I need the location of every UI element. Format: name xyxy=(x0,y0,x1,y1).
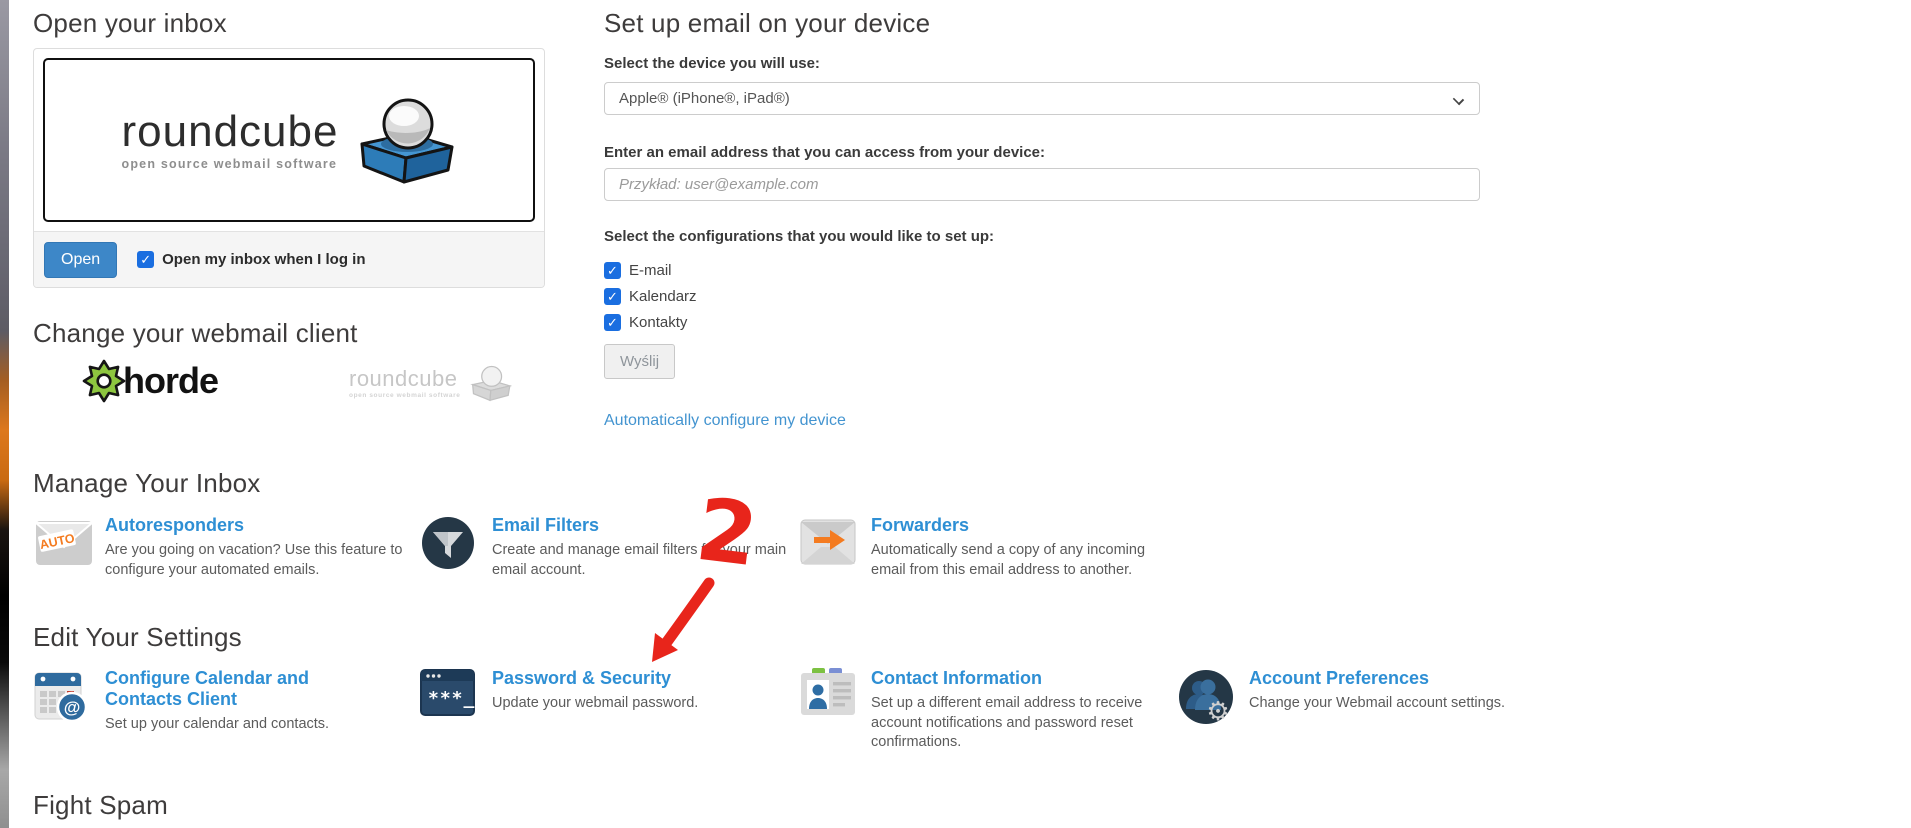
email-filters-item[interactable]: Email Filters Create and manage email fi… xyxy=(420,515,792,580)
password-security-item[interactable]: ***_ Password & Security Update your web… xyxy=(420,668,792,714)
account-preferences-link[interactable]: Account Preferences xyxy=(1249,668,1529,689)
calendar-contacts-link[interactable]: Configure Calendar and Contacts Client xyxy=(105,668,385,710)
device-select[interactable]: Apple® (iPhone®, iPad®) xyxy=(604,82,1480,115)
webmail-home-page: Open your inbox roundcube open source we… xyxy=(9,0,1911,828)
change-client-heading: Change your webmail client xyxy=(33,318,358,349)
forwarders-desc: Automatically send a copy of any incomin… xyxy=(871,541,1171,580)
fight-spam-heading: Fight Spam xyxy=(33,790,168,821)
config-checkbox-row: Kontakty xyxy=(604,314,687,331)
account-preferences-desc: Change your Webmail account settings. xyxy=(1249,694,1549,714)
open-inbox-button[interactable]: Open xyxy=(44,242,117,278)
chevron-down-icon xyxy=(1453,94,1464,105)
calendar-config-label[interactable]: Kalendarz xyxy=(629,288,697,305)
forwarders-link[interactable]: Forwarders xyxy=(871,515,1151,536)
horde-client-option[interactable]: horde xyxy=(81,358,218,404)
email-config-label[interactable]: E-mail xyxy=(629,262,672,279)
config-checkbox-row: Kalendarz xyxy=(604,288,697,305)
roundcube-client-option[interactable]: roundcube open source webmail software xyxy=(349,364,512,402)
current-webmail-client-card: roundcube open source webmail software O… xyxy=(33,48,545,288)
roundcube-mini-cube-icon xyxy=(468,364,512,402)
contacts-config-checkbox[interactable] xyxy=(604,314,621,331)
open-inbox-checkbox[interactable] xyxy=(137,251,154,268)
open-inbox-heading: Open your inbox xyxy=(33,8,227,39)
svg-text:***_: ***_ xyxy=(428,688,475,709)
calendar-contacts-item[interactable]: @ Configure Calendar and Contacts Client… xyxy=(33,668,405,735)
roundcube-logo-image: roundcube open source webmail software xyxy=(43,58,535,222)
email-field-label: Enter an email address that you can acce… xyxy=(604,144,1045,161)
account-people-gear-icon: ⚙ xyxy=(1177,668,1235,726)
desktop-wallpaper-edge xyxy=(0,0,9,828)
contact-information-desc: Set up a different email address to rece… xyxy=(871,694,1171,753)
roundcube-mini-logo-text: roundcube xyxy=(349,368,460,390)
edit-settings-heading: Edit Your Settings xyxy=(33,622,242,653)
send-button[interactable]: Wyślij xyxy=(604,344,675,379)
contact-card-icon xyxy=(799,668,859,718)
config-checkbox-row: E-mail xyxy=(604,262,672,279)
horde-logo-text: horde xyxy=(123,360,218,402)
device-select-value: Apple® (iPhone®, iPad®) xyxy=(619,90,790,107)
inbox-card-footer: Open Open my inbox when I log in xyxy=(34,231,544,287)
device-setup-heading: Set up email on your device xyxy=(604,8,930,39)
calendar-contacts-desc: Set up your calendar and contacts. xyxy=(105,715,405,735)
auto-configure-link[interactable]: Automatically configure my device xyxy=(604,412,846,430)
manage-inbox-heading: Manage Your Inbox xyxy=(33,468,260,499)
password-security-link[interactable]: Password & Security xyxy=(492,668,772,689)
horde-gear-icon xyxy=(81,358,127,404)
device-select-label: Select the device you will use: xyxy=(604,55,820,72)
roundcube-logo-tagline: open source webmail software xyxy=(122,157,339,171)
forwarder-envelope-icon xyxy=(799,515,859,569)
email-filters-link[interactable]: Email Filters xyxy=(492,515,772,536)
annotation-arrowhead-icon xyxy=(652,633,678,662)
webmail-client-choices: horde roundcube open source webmail soft… xyxy=(33,356,545,412)
forwarders-item[interactable]: Forwarders Automatically send a copy of … xyxy=(799,515,1171,580)
calendar-contacts-icon: @ xyxy=(33,668,91,726)
calendar-config-checkbox[interactable] xyxy=(604,288,621,305)
autoresponders-link[interactable]: Autoresponders xyxy=(105,515,385,536)
open-inbox-checkbox-label[interactable]: Open my inbox when I log in xyxy=(162,251,365,268)
contact-information-item[interactable]: Contact Information Set up a different e… xyxy=(799,668,1171,753)
red-step-2-annotation: 2 xyxy=(604,478,814,698)
account-preferences-item[interactable]: ⚙ Account Preferences Change your Webmai… xyxy=(1177,668,1549,714)
contacts-config-label[interactable]: Kontakty xyxy=(629,314,687,331)
email-config-checkbox[interactable] xyxy=(604,262,621,279)
password-terminal-icon: ***_ xyxy=(420,668,476,718)
password-security-desc: Update your webmail password. xyxy=(492,694,792,714)
svg-text:@: @ xyxy=(64,698,81,717)
email-filters-desc: Create and manage email filters for your… xyxy=(492,541,792,580)
config-select-label: Select the configurations that you would… xyxy=(604,228,994,245)
svg-text:⚙: ⚙ xyxy=(1206,697,1229,726)
annotation-arrow-shaft xyxy=(664,583,709,646)
autoresponders-envelope-icon: AUTO xyxy=(33,515,95,569)
roundcube-mini-tagline: open source webmail software xyxy=(349,392,460,399)
email-field[interactable] xyxy=(604,168,1480,201)
roundcube-logo-text: roundcube xyxy=(122,110,339,154)
autoresponders-desc: Are you going on vacation? Use this feat… xyxy=(105,541,405,580)
roundcube-cube-icon xyxy=(352,94,456,186)
contact-information-link[interactable]: Contact Information xyxy=(871,668,1151,689)
autoresponders-item[interactable]: AUTO Autoresponders Are you going on vac… xyxy=(33,515,405,580)
email-filter-funnel-icon xyxy=(420,515,476,571)
